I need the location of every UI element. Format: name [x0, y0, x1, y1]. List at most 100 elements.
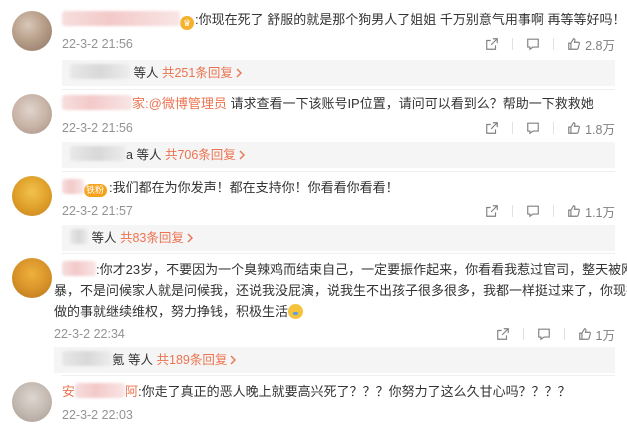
share-icon [496, 328, 509, 340]
comment-text: :你现在死了 舒服的就是那个狗男人了姐姐 千万别意气用事啊 再等等好吗！！ [195, 12, 627, 27]
comment-item: :你才23岁，不要因为一个臭辣鸡而结束自己，一定要振作起来，你看看我惹过官司，整… [0, 254, 627, 374]
comment-date: 22-3-2 22:34 [54, 327, 125, 341]
username-blurred[interactable] [62, 179, 84, 194]
comment-actions: 2.8万 [485, 34, 615, 54]
share-button[interactable] [485, 37, 499, 51]
share-button[interactable] [485, 204, 499, 218]
action-divider [553, 38, 555, 50]
reply-suffix: 等人 [91, 231, 117, 245]
chevron-right-icon [236, 68, 242, 78]
comment-meta: 22-3-2 21:57 1.1万 [62, 201, 615, 221]
chevron-right-icon [187, 233, 193, 243]
fan-badge: 铁粉 [84, 184, 108, 197]
action-divider [512, 38, 514, 50]
avatar[interactable] [12, 176, 52, 216]
like-count: 1万 [595, 328, 615, 343]
reply-count-link[interactable]: 共706条回复 [165, 148, 248, 162]
comment-text-line: 家:@微博管理员 请求查看一下该账号IP位置，请问可以看到么？帮助一下救救她 [62, 92, 615, 115]
comment-item: 安 阿:你走了真正的恶人晚上就要高兴死了？？？你努力了这么久甘心吗？？？？ 22-… [0, 376, 627, 436]
reply-name-suffix: 氪 [112, 353, 125, 367]
comment-date: 22-3-2 21:56 [62, 37, 133, 51]
share-button[interactable] [485, 121, 499, 135]
comment-actions: 1.8万 [485, 118, 615, 138]
comment-button[interactable] [526, 204, 540, 218]
reply-count-link[interactable]: 共251条回复 [162, 66, 245, 80]
share-icon [486, 38, 498, 50]
share-button[interactable] [496, 327, 510, 341]
reply-count-link[interactable]: 共189条回复 [157, 353, 240, 367]
comment-text-line: 安 阿:你走了真正的恶人晚上就要高兴死了？？？你努力了这么久甘心吗？？？？ [62, 380, 615, 403]
like-count: 2.8万 [585, 38, 615, 53]
reply-username-blurred [62, 351, 112, 366]
like-button[interactable]: 1万 [578, 325, 615, 344]
avatar[interactable] [12, 258, 52, 298]
comment-meta: 22-3-2 21:56 1.8万 [62, 118, 615, 138]
reply-preview[interactable]: a 等人 共706条回复 [62, 142, 615, 168]
reply-suffix: 等人 [133, 66, 159, 80]
username-blurred[interactable] [62, 261, 96, 276]
comment-meta: 22-3-2 22:03 [62, 405, 615, 425]
action-divider [563, 328, 565, 340]
comment-icon [527, 122, 539, 135]
comment-text-line-2: 暴，不是问候家人就是问候我，还说我没屁演，说我生不出孩子很多很多，我都一样挺过来… [54, 283, 627, 298]
comment-date: 22-3-2 22:03 [62, 408, 133, 422]
action-divider [512, 122, 514, 134]
like-count: 1.1万 [585, 205, 615, 220]
comment-item: ♛:你现在死了 舒服的就是那个狗男人了姐姐 千万别意气用事啊 再等等好吗！！ 2… [0, 0, 627, 88]
username-suffix[interactable]: 阿 [125, 384, 138, 399]
chevron-right-icon [239, 150, 245, 160]
comment-text-line-3: 做的事就继续维权，努力挣钱，积极生活 [54, 304, 289, 319]
mention-link[interactable]: :@微博管理员 [145, 96, 227, 111]
chevron-right-icon [230, 355, 237, 365]
comment-icon [537, 328, 550, 341]
comment-text-line-1: :你才23岁，不要因为一个臭辣鸡而结束自己，一定要振作起来，你看看我惹过官司，整… [96, 262, 627, 277]
comment-button[interactable] [537, 327, 551, 341]
comment-text-line: 铁粉:我们都在为你发声！都在支持你！你看看你看看！ [62, 176, 615, 199]
like-button[interactable]: 1.8万 [567, 119, 615, 138]
comment-text-line: :你才23岁，不要因为一个臭辣鸡而结束自己，一定要振作起来，你看看我惹过官司，整… [62, 258, 627, 281]
comment-text: :你走了真正的恶人晚上就要高兴死了？？？你努力了这么久甘心吗？？？？ [138, 384, 571, 399]
like-button[interactable]: 1.1万 [567, 202, 615, 221]
comment-icon [527, 38, 539, 51]
like-button[interactable]: 2.8万 [567, 35, 615, 54]
comment-icon [527, 205, 539, 218]
reply-suffix: 等人 [128, 353, 154, 367]
thumb-up-icon [568, 38, 581, 50]
comment-actions: 1.1万 [485, 201, 615, 221]
reply-username-blurred [70, 229, 88, 244]
comment-button[interactable] [526, 121, 540, 135]
thumb-up-icon [568, 122, 581, 134]
comment-actions: 1万 [496, 324, 615, 344]
comment-text: 请求查看一下该账号IP位置，请问可以看到么？帮助一下救救她 [226, 96, 594, 111]
action-divider [553, 122, 555, 134]
avatar[interactable] [12, 11, 52, 51]
reply-preview[interactable]: 等人 共251条回复 [62, 60, 615, 86]
share-icon [486, 205, 498, 217]
comment-text-line: 暴，不是问候家人就是问候我，还说我没屁演，说我生不出孩子很多很多，我都一样挺过来… [54, 279, 627, 302]
reply-preview[interactable]: 氪 等人 共189条回复 [54, 347, 615, 373]
reply-count-link[interactable]: 共83条回复 [120, 231, 196, 245]
reply-username-blurred [70, 64, 130, 79]
action-divider [553, 205, 555, 217]
comment-date: 22-3-2 21:57 [62, 204, 133, 218]
username-blurred[interactable] [62, 11, 180, 26]
username-suffix[interactable]: 家 [132, 96, 145, 111]
reply-preview[interactable]: 等人 共83条回复 [62, 225, 615, 251]
comment-meta: 22-3-2 22:34 1万 [54, 324, 615, 344]
action-divider [512, 205, 514, 217]
username-blurred[interactable] [75, 383, 126, 398]
comment-button[interactable] [526, 37, 540, 51]
share-icon [486, 122, 498, 134]
avatar[interactable] [12, 382, 52, 422]
username-blurred[interactable] [62, 95, 132, 110]
avatar[interactable] [12, 94, 52, 134]
crown-icon: ♛ [180, 16, 194, 30]
username-prefix[interactable]: 安 [62, 384, 75, 399]
reply-suffix: 等人 [136, 148, 162, 162]
crying-emoji-icon [288, 304, 304, 319]
comment-meta: 22-3-2 21:56 2.8万 [62, 34, 615, 54]
comment-date: 22-3-2 21:56 [62, 121, 133, 135]
comment-text-line: ♛:你现在死了 舒服的就是那个狗男人了姐姐 千万别意气用事啊 再等等好吗！！ [62, 8, 627, 31]
comment-text: :我们都在为你发声！都在支持你！你看看你看看！ [109, 180, 399, 195]
like-count: 1.8万 [585, 122, 615, 137]
